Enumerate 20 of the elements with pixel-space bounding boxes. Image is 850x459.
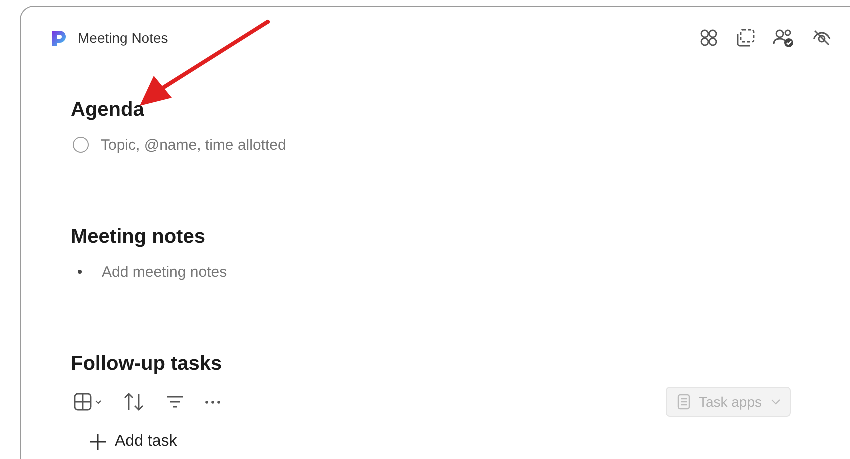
more-button[interactable] xyxy=(203,398,223,406)
plus-icon xyxy=(89,433,107,451)
window-title: Meeting Notes xyxy=(78,30,170,46)
grid-caret-icon xyxy=(73,392,103,412)
section-heading: Meeting notes xyxy=(71,225,206,250)
sort-icon xyxy=(123,392,145,412)
apps-icon[interactable] xyxy=(699,28,719,48)
people-check-icon[interactable] xyxy=(773,28,795,48)
section-heading: Agenda xyxy=(71,98,146,123)
agenda-input-field[interactable]: Topic, @name, time allotted xyxy=(101,136,421,154)
more-icon xyxy=(205,400,221,404)
dashed-frame-icon[interactable] xyxy=(736,28,756,48)
notes-input-field[interactable]: Add meeting notes xyxy=(102,264,422,280)
eye-off-icon[interactable] xyxy=(812,28,832,48)
add-task-button[interactable]: Add task xyxy=(89,433,178,451)
section-heading: Follow-up tasks xyxy=(71,352,224,377)
bullet-icon xyxy=(78,270,82,274)
logo-icon xyxy=(50,29,68,47)
checkbox[interactable] xyxy=(73,137,89,153)
list-icon xyxy=(676,394,691,410)
